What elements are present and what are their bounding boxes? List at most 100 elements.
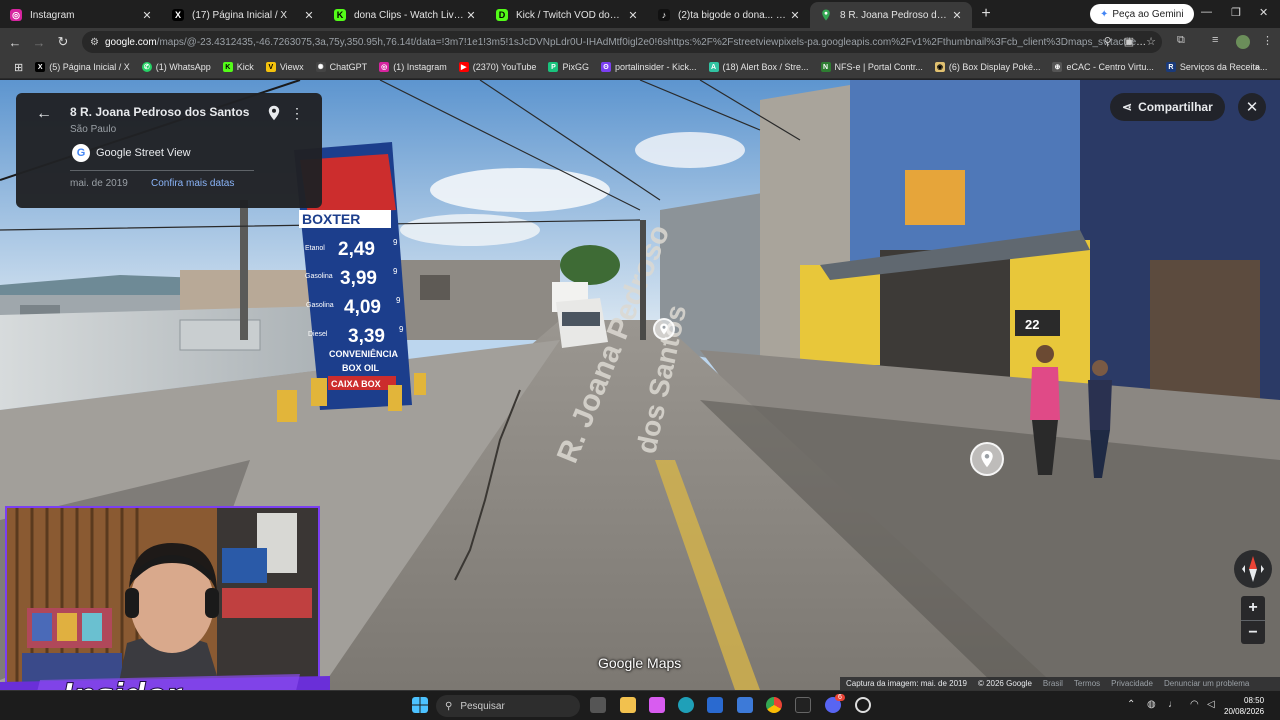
tab-kick-clips[interactable]: K dona Clips - Watch Live on Kick ✕ xyxy=(324,2,486,28)
search-icon: ⚲ xyxy=(445,700,453,712)
receita-icon: R xyxy=(1165,62,1176,72)
tab-title: (2)ta bigode o dona... #dona30 xyxy=(678,9,788,21)
bookmark-chatgpt[interactable]: ✺ ChatGPT xyxy=(310,62,374,72)
youtube-icon: ▶ xyxy=(458,62,469,72)
price-value: 3,39 xyxy=(348,326,385,347)
bookmark-kick[interactable]: K Kick xyxy=(217,62,260,72)
tab-tiktok[interactable]: ♪ (2)ta bigode o dona... #dona30 ✕ xyxy=(648,2,810,28)
tab-google-maps[interactable]: 8 R. Joana Pedroso dos Santos ✕ xyxy=(810,2,972,28)
bookmark-pixgg[interactable]: P PixGG xyxy=(542,62,595,72)
nfse-icon: N xyxy=(820,62,831,72)
tab-x[interactable]: X (17) Página Inicial / X ✕ xyxy=(162,2,324,28)
pixgg-icon: P xyxy=(548,62,559,72)
back-arrow-icon[interactable]: ← xyxy=(36,105,52,123)
extensions-icon[interactable]: ⧉ xyxy=(1177,34,1185,47)
bookmark-instagram[interactable]: ◎ (1) Instagram xyxy=(373,62,453,72)
taskbar-search[interactable]: ⚲ Pesquisar xyxy=(436,695,580,717)
chrome-icon[interactable] xyxy=(766,697,782,713)
close-icon[interactable]: ✕ xyxy=(464,9,478,22)
close-street-view-button[interactable]: ✕ xyxy=(1238,93,1266,121)
bookmarks-overflow-icon[interactable]: » xyxy=(1249,62,1266,72)
zoom-lens-icon[interactable]: ⚲ xyxy=(1104,35,1112,48)
kick-icon: K xyxy=(334,9,346,21)
bookmark-x[interactable]: X (5) Página Inicial / X xyxy=(29,62,136,72)
tray-overflow-icon[interactable]: ⌃ xyxy=(1127,699,1135,710)
tab-title: Instagram xyxy=(30,9,75,21)
window-close-button[interactable]: ✕ xyxy=(1259,6,1268,19)
copyright: © 2026 Google xyxy=(977,679,1032,688)
menu-dots-icon[interactable]: ⋮ xyxy=(1262,34,1273,47)
bookmark-whatsapp[interactable]: ✆ (1) WhatsApp xyxy=(136,62,217,72)
downloader-icon: D xyxy=(496,9,508,21)
maximize-button[interactable]: ❐ xyxy=(1231,6,1241,19)
windows-start-icon[interactable] xyxy=(412,697,428,713)
obs-icon[interactable] xyxy=(855,697,871,713)
bookmark-box-display[interactable]: ◉ (6) Box Display Poké... xyxy=(929,62,1047,72)
street-view-nav-marker[interactable] xyxy=(653,318,675,340)
system-clock[interactable]: 08:50 20/08/2026 xyxy=(1224,695,1264,717)
edge-icon[interactable] xyxy=(678,697,694,713)
tab-instagram[interactable]: ◎ Instagram ✕ xyxy=(0,2,162,28)
task-view-icon[interactable] xyxy=(590,697,606,713)
share-label: Compartilhar xyxy=(1138,100,1213,114)
close-icon[interactable]: ✕ xyxy=(788,9,802,22)
bookmark-star-icon[interactable]: ☆ xyxy=(1146,35,1156,48)
back-icon[interactable]: ← xyxy=(3,35,27,50)
outlook-icon[interactable] xyxy=(737,697,753,713)
microphone-icon[interactable]: ♩ xyxy=(1168,699,1178,710)
bookmark-viewx[interactable]: V Viewx xyxy=(260,62,310,72)
privacy-link[interactable]: Privacidade xyxy=(1111,679,1153,688)
notification-badge: 6 xyxy=(835,694,845,701)
wifi-icon[interactable]: ◠ xyxy=(1190,699,1199,710)
copilot-icon[interactable] xyxy=(649,697,665,713)
close-icon[interactable]: ✕ xyxy=(626,9,640,22)
zoom-out-button[interactable]: − xyxy=(1241,620,1265,644)
close-icon[interactable]: ✕ xyxy=(302,9,316,22)
reload-icon[interactable]: ↻ xyxy=(51,34,75,50)
bookmark-portalinsider[interactable]: ʘ portalinsider - Kick... xyxy=(595,62,703,72)
screen-share-icon[interactable]: ▣ xyxy=(1124,35,1134,48)
country-link[interactable]: Brasil xyxy=(1043,679,1063,688)
close-icon[interactable]: ✕ xyxy=(950,9,964,22)
profile-avatar[interactable] xyxy=(1236,35,1250,49)
price-superscript: 9 xyxy=(396,296,401,305)
capcut-icon[interactable] xyxy=(795,697,811,713)
address-bar[interactable]: ⚙ google.com/maps/@-23.4312435,-46.72630… xyxy=(82,31,1162,53)
apps-icon[interactable]: ⊞ xyxy=(8,61,29,74)
street-view-nav-marker[interactable] xyxy=(970,442,1004,476)
maps-footer: Captura da imagem: mai. de 2019 © 2026 G… xyxy=(840,677,1280,690)
file-explorer-icon[interactable] xyxy=(620,697,636,713)
zoom-in-button[interactable]: + xyxy=(1241,596,1265,620)
location-pin-icon[interactable] xyxy=(267,105,281,121)
forward-icon[interactable]: → xyxy=(27,35,51,50)
gemini-icon: ✦ xyxy=(1100,8,1109,20)
bookmark-nfse[interactable]: N NFS-e | Portal Contr... xyxy=(815,62,929,72)
price-value: 4,09 xyxy=(344,297,381,318)
tab-title: (17) Página Inicial / X xyxy=(192,9,288,21)
close-icon[interactable]: ✕ xyxy=(140,9,154,22)
network-status-icon[interactable]: ◍ xyxy=(1147,699,1156,710)
media-controls-icon[interactable]: ≡ xyxy=(1212,34,1218,46)
tab-strip: ◎ Instagram ✕ X (17) Página Inicial / X … xyxy=(0,0,1280,28)
more-options-icon[interactable]: ⋮ xyxy=(290,105,304,122)
ask-gemini-button[interactable]: ✦ Peça ao Gemini xyxy=(1090,4,1194,24)
tiktok-icon: ♪ xyxy=(658,9,670,21)
new-tab-button[interactable]: + xyxy=(974,5,998,23)
compass-control[interactable] xyxy=(1234,550,1272,588)
share-button[interactable]: ⋖ Compartilhar xyxy=(1110,93,1225,121)
volume-icon[interactable]: ◁ xyxy=(1207,699,1215,710)
site-info-icon[interactable]: ⚙ xyxy=(90,37,99,48)
bookmark-ecac[interactable]: ⊕ eCAC - Centro Virtu... xyxy=(1046,62,1159,72)
capture-info: Captura da imagem: mai. de 2019 xyxy=(846,679,967,688)
bookmark-youtube[interactable]: ▶ (2370) YouTube xyxy=(453,62,543,72)
minimize-button[interactable]: — xyxy=(1201,6,1212,18)
report-problem-link[interactable]: Denunciar um problema xyxy=(1164,679,1249,688)
tab-vod-downloader[interactable]: D Kick / Twitch VOD downloader ✕ xyxy=(486,2,648,28)
bookmark-alertbox[interactable]: A (18) Alert Box / Stre... xyxy=(703,62,815,72)
more-dates-link[interactable]: Confira mais datas xyxy=(151,178,234,189)
pump-sign-text: CAIXA BOX xyxy=(331,379,381,389)
divider xyxy=(70,170,254,171)
store-icon[interactable] xyxy=(707,697,723,713)
pump-sign-text: CONVENIÊNCIA xyxy=(329,348,399,359)
terms-link[interactable]: Termos xyxy=(1074,679,1100,688)
